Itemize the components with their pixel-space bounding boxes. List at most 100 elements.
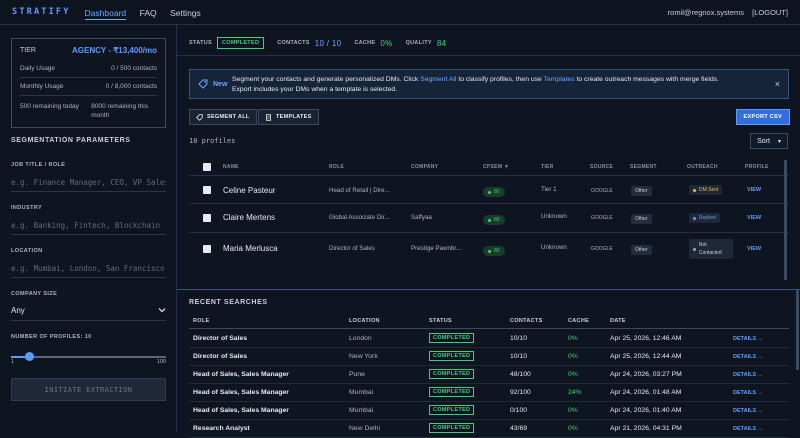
location-input[interactable]: e.g. Mumbai, London, San Francisco	[11, 264, 166, 278]
col-role[interactable]: ROLE	[329, 164, 344, 170]
daily-usage: Daily Usage 0 / 500 contacts	[20, 60, 157, 78]
profiles-count-label: NUMBER OF PROFILES: 10	[11, 334, 92, 340]
select-all-checkbox[interactable]	[203, 163, 211, 171]
profile-source: GOOGLE	[591, 188, 613, 194]
view-profile-link[interactable]: VIEW	[747, 187, 761, 193]
row-checkbox[interactable]	[203, 245, 211, 253]
profile-role: Head of Retail | Dire...	[329, 187, 390, 194]
monthly-usage-label: Monthly Usage	[20, 83, 64, 90]
recent-cache: 24%	[568, 389, 582, 396]
nav-faq[interactable]: FAQ	[140, 8, 157, 18]
top-bar: STRATIFY Dashboard FAQ Settings romil@re…	[0, 0, 800, 25]
score-value: 80	[494, 189, 500, 195]
row-checkbox[interactable]	[203, 186, 211, 194]
recent-role: Research Analyst	[193, 425, 250, 432]
banner-link-templates[interactable]: Templates	[544, 76, 575, 83]
details-link[interactable]: DETAILS →	[733, 336, 763, 342]
col-name[interactable]: NAME	[223, 164, 239, 170]
recent-row[interactable]: Research Analyst New Delhi COMPLETED 43/…	[189, 420, 789, 438]
col-source[interactable]: SOURCE	[590, 164, 613, 170]
col-cache: CACHE	[568, 318, 590, 324]
details-link[interactable]: DETAILS →	[733, 426, 763, 432]
profile-row[interactable]: Maria Merlusca Director of Sales Prestig…	[189, 232, 789, 268]
outreach-pill[interactable]: Not Contacted	[689, 239, 733, 259]
section-divider	[177, 289, 800, 290]
status-badge: COMPLETED	[429, 351, 475, 361]
segment-all-button[interactable]: SEGMENT ALL	[189, 109, 257, 125]
recent-location: Mumbai	[349, 389, 374, 396]
recent-date: Apr 24, 2026, 01:40 AM	[610, 407, 682, 414]
banner-link-segment-all[interactable]: Segment All	[420, 76, 456, 83]
recent-row[interactable]: Director of Sales New York COMPLETED 10/…	[189, 348, 789, 366]
profiles-scrollbar[interactable]	[784, 160, 787, 280]
contacts-value: 10 / 10	[314, 38, 342, 48]
view-profile-link[interactable]: VIEW	[747, 246, 761, 252]
recent-row[interactable]: Head of Sales, Sales Manager Pune COMPLE…	[189, 366, 789, 384]
recent-scrollbar[interactable]	[796, 290, 799, 370]
status-badge: COMPLETED	[429, 405, 475, 415]
logout-link[interactable]: [LOGOUT]	[752, 8, 788, 17]
recent-date: Apr 25, 2026, 12:46 AM	[610, 335, 682, 342]
recent-location: Pune	[349, 371, 365, 378]
nav-dashboard[interactable]: Dashboard	[84, 8, 127, 20]
banner-text: to classify profiles, then use	[456, 76, 544, 83]
app-logo[interactable]: STRATIFY	[12, 7, 71, 17]
col-role: ROLE	[193, 318, 210, 324]
status-badge: COMPLETED	[429, 369, 475, 379]
segment-pill: Other	[631, 186, 652, 196]
contacts-label: CONTACTS	[277, 40, 310, 46]
initiate-extraction-button[interactable]: INITIATE EXTRACTION	[11, 378, 166, 401]
banner-new-tag: New	[213, 80, 228, 88]
recent-cache: 0%	[568, 353, 578, 360]
outreach-pill[interactable]: DM Sent	[689, 185, 723, 195]
recent-row[interactable]: Director of Sales London COMPLETED 10/10…	[189, 330, 789, 348]
recent-row[interactable]: Head of Sales, Sales Manager Mumbai COMP…	[189, 384, 789, 402]
col-segment[interactable]: SEGMENT	[630, 164, 657, 170]
daily-usage-value: 0 / 500 contacts	[111, 65, 157, 72]
document-icon	[265, 113, 272, 121]
profile-role: Director of Sales	[329, 245, 375, 252]
chevron-down-icon	[158, 306, 166, 316]
company-size-select[interactable]: Any	[11, 306, 166, 321]
divider	[177, 55, 800, 56]
col-cpsem[interactable]: CPSEM ▼	[483, 164, 509, 170]
nav-settings[interactable]: Settings	[170, 8, 201, 18]
job-title-input[interactable]: e.g. Finance Manager, CEO, VP Sales	[11, 178, 166, 192]
recent-contacts: 92/100	[510, 389, 531, 396]
col-contacts: CONTACTS	[510, 318, 543, 324]
col-profile[interactable]: PROFILE	[745, 164, 769, 170]
segment-all-label: SEGMENT ALL	[207, 114, 250, 120]
row-checkbox[interactable]	[203, 214, 211, 222]
details-link[interactable]: DETAILS →	[733, 354, 763, 360]
tag-icon	[198, 79, 208, 89]
export-csv-button[interactable]: EXPORT CSV	[735, 109, 790, 125]
stats-bar: STATUS COMPLETED CONTACTS 10 / 10 CACHE …	[189, 37, 459, 49]
profile-row[interactable]: Celine Pasteur Head of Retail | Dire... …	[189, 175, 789, 204]
recent-row[interactable]: Head of Sales, Sales Manager Mumbai COMP…	[189, 402, 789, 420]
col-company[interactable]: COMPANY	[411, 164, 438, 170]
tier-box: TIER AGENCY - ₹13,400/mo Daily Usage 0 /…	[11, 38, 166, 128]
col-outreach[interactable]: OUTREACH	[687, 164, 718, 170]
outreach-value: Not Contacted	[698, 242, 722, 256]
industry-input[interactable]: e.g. Banking, Fintech, Blockchain	[11, 221, 166, 235]
profile-row[interactable]: Claire Mertens Global Associate Dir... S…	[189, 203, 789, 232]
recent-cache: 0%	[568, 425, 578, 432]
close-icon[interactable]: ×	[775, 79, 780, 89]
details-link[interactable]: DETAILS →	[733, 372, 763, 378]
profile-name: Celine Pasteur	[223, 186, 276, 195]
templates-button[interactable]: TEMPLATES	[258, 109, 319, 125]
status-badge: COMPLETED	[429, 333, 475, 343]
sort-select[interactable]: Sort ▾	[750, 133, 788, 149]
details-link[interactable]: DETAILS →	[733, 408, 763, 414]
score-pill: 80	[483, 246, 505, 256]
recent-role: Head of Sales, Sales Manager	[193, 407, 289, 414]
col-tier[interactable]: TIER	[541, 164, 554, 170]
recent-contacts: 48/100	[510, 371, 531, 378]
profile-company: Saffyaa	[411, 214, 432, 221]
recent-table-header: ROLE LOCATION STATUS CONTACTS CACHE DATE	[189, 315, 789, 329]
profiles-count: 10 profiles	[189, 137, 236, 145]
view-profile-link[interactable]: VIEW	[747, 215, 761, 221]
outreach-pill[interactable]: Replied	[689, 213, 720, 223]
details-link[interactable]: DETAILS →	[733, 390, 763, 396]
profile-name: Claire Mertens	[223, 213, 276, 222]
